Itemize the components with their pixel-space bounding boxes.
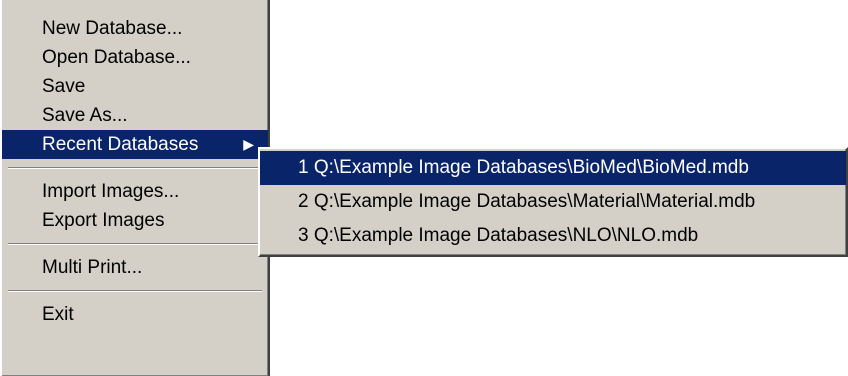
menu-item-multi-print[interactable]: Multi Print... [2,253,268,282]
menu-item-save[interactable]: Save [2,72,268,101]
menu-separator [8,290,262,292]
recent-database-item-3[interactable]: 3 Q:\Example Image Databases\NLO\NLO.mdb [260,219,846,253]
menu-item-recent-databases-label: Recent Databases [42,134,199,155]
recent-database-item-1[interactable]: 1 Q:\Example Image Databases\BioMed\BioM… [260,151,846,185]
recent-database-item-2[interactable]: 2 Q:\Example Image Databases\Material\Ma… [260,185,846,219]
menu-item-import-images[interactable]: Import Images... [2,177,268,206]
menu-item-new-database[interactable]: New Database... [2,14,268,43]
menu-separator [8,167,262,169]
menu-item-export-images[interactable]: Export Images [2,206,268,235]
menu-item-exit[interactable]: Exit [2,300,268,329]
menu-item-save-as[interactable]: Save As... [2,101,268,130]
recent-databases-submenu: 1 Q:\Example Image Databases\BioMed\BioM… [258,147,848,257]
file-menu: New Database... Open Database... Save Sa… [0,0,270,376]
submenu-arrow-icon: ▶ [243,136,254,152]
menu-item-open-database[interactable]: Open Database... [2,43,268,72]
menu-separator [8,243,262,245]
menu-item-recent-databases[interactable]: Recent Databases ▶ [2,130,268,159]
